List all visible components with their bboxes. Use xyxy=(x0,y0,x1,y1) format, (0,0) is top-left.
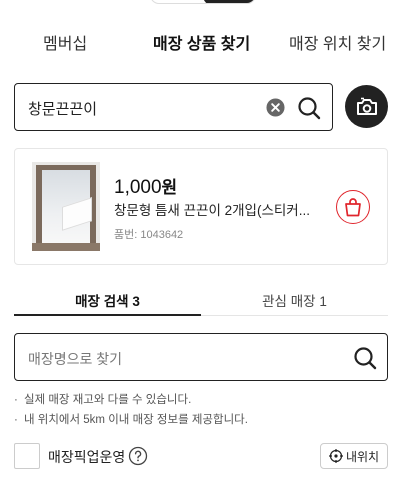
camera-search-button[interactable] xyxy=(345,85,388,128)
product-image xyxy=(32,162,100,251)
price-number: 1,000 xyxy=(114,177,162,198)
notice-list: · 실제 매장 재고와 다를 수 있습니다. · 내 위치에서 5km 이내 매장 … xyxy=(14,390,388,430)
tab-store-location-search[interactable]: 매장 위치 찾기 xyxy=(289,30,386,54)
product-card[interactable]: 1,000원 창문형 틈새 끈끈이 2개입(스티커... 품번: 1043642 xyxy=(14,148,388,265)
store-search-placeholder: 매장명으로 찾기 xyxy=(28,351,123,367)
pickup-filter-row: 매장픽업운영 내위치 xyxy=(14,443,388,469)
search-input-value: 창문끈끈이 xyxy=(28,101,98,118)
tab-favorite-stores[interactable]: 관심 매장 1 xyxy=(201,290,388,310)
product-code: 품번: 1043642 xyxy=(114,229,184,241)
tab-store-product-search[interactable]: 매장 상품 찾기 xyxy=(153,30,250,54)
active-tab-indicator xyxy=(14,314,201,316)
product-search-input[interactable]: 창문끈끈이 xyxy=(14,83,333,131)
product-name: 창문형 틈새 끈끈이 2개입(스티커... xyxy=(114,203,310,218)
notice-item: · 내 위치에서 5km 이내 매장 정보를 제공합니다. xyxy=(14,414,248,426)
price-unit: 원 xyxy=(161,178,178,197)
store-subtabs: 매장 검색 3 관심 매장 1 xyxy=(14,290,388,316)
product-search-row: 창문끈끈이 xyxy=(14,83,388,131)
help-icon[interactable] xyxy=(128,446,148,466)
my-location-label: 내위치 xyxy=(345,449,380,464)
shopping-bag-icon xyxy=(345,198,361,217)
tab-membership[interactable]: 멤버십 xyxy=(43,30,87,54)
shopping-bag-button[interactable] xyxy=(336,190,370,224)
top-tabs: 멤버십 매장 상품 찾기 매장 위치 찾기 xyxy=(0,30,403,54)
store-name-search-input[interactable]: 매장명으로 찾기 xyxy=(14,333,388,381)
camera-icon xyxy=(356,97,377,115)
top-toggle-peek xyxy=(150,0,256,4)
search-icon[interactable] xyxy=(353,346,377,370)
search-icon[interactable] xyxy=(297,96,321,120)
clear-icon[interactable] xyxy=(266,98,285,117)
my-location-button[interactable]: 내위치 xyxy=(320,443,388,469)
tab-store-search[interactable]: 매장 검색 3 xyxy=(14,290,201,310)
pickup-label: 매장픽업운영 xyxy=(48,449,126,465)
product-price: 1,000원 xyxy=(114,173,177,199)
pickup-checkbox[interactable] xyxy=(14,443,40,469)
crosshair-icon xyxy=(328,449,343,463)
notice-item: · 실제 매장 재고와 다를 수 있습니다. xyxy=(14,394,192,406)
